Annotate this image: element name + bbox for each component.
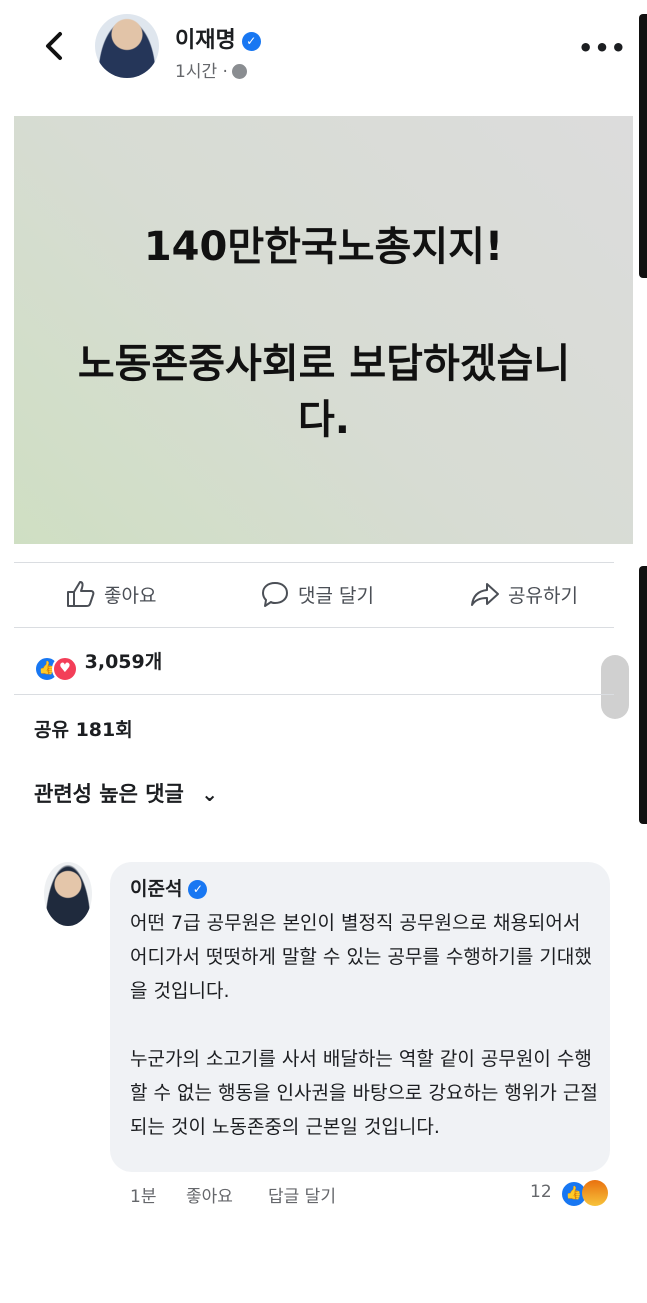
banner-line-2: 노동존중사회로 보답하겠습니다. [77,341,571,443]
comment-icon [262,582,288,607]
scroll-indicator[interactable] [601,655,629,719]
share-label: 공유하기 [508,585,578,607]
comment-text: 어떤 7급 공무원은 본인이 별정직 공무원으로 채용되어서 어디가서 떳떳하게… [130,906,600,1178]
share-button[interactable]: 공유하기 [470,580,578,608]
post-header: 이재명 ✓ 1시간 · ••• [0,0,647,110]
author-avatar[interactable] [95,14,159,78]
verified-icon: ✓ [241,32,261,51]
share-icon [471,583,499,606]
divider-actions [14,627,614,628]
author-name[interactable]: 이재명 [175,28,236,53]
sort-label: 관련성 높은 댓글 [34,782,184,806]
more-icon[interactable]: ••• [578,34,627,62]
banner-line-1: 140만한국노총지지! [143,224,504,270]
back-icon[interactable] [38,28,70,64]
post-text-banner: 140만한국노총지지! 노동존중사회로 보답하겠습니다. [14,116,633,544]
globe-icon [231,64,247,79]
comment-label: 댓글 달기 [298,585,374,607]
commenter-avatar[interactable] [44,862,92,926]
author-name-row[interactable]: 이재명 ✓ [175,22,261,54]
chevron-down-icon: ⌄ [201,782,218,806]
divider-reactions [14,694,614,695]
post-time: 1시간 · [175,62,228,82]
thumbs-up-icon [67,581,95,607]
comment-like-button[interactable]: 좋아요 [186,1182,233,1207]
comment-reaction-count[interactable]: 12 [530,1182,552,1202]
post-time-row: 1시간 · [175,57,247,82]
comment-reply-button[interactable]: 답글 달기 [268,1182,336,1207]
action-bar: 좋아요 댓글 달기 공유하기 [0,562,647,626]
love-reaction-icon: ♥ [52,656,78,682]
verified-icon: ✓ [188,880,208,899]
scrollbar-edge-top [639,14,647,278]
reaction-count: 3,059개 [84,651,163,673]
commenter-name[interactable]: 이준석 [130,878,182,900]
angry-reaction-icon [582,1180,608,1206]
comment-time: 1분 [130,1187,157,1207]
comment-sort-dropdown[interactable]: 관련성 높은 댓글 ⌄ [34,778,218,808]
comment-paragraph-2: 누군가의 소고기를 사서 배달하는 역할 같이 공무원이 수행할 수 없는 행동… [130,1048,598,1138]
commenter-name-row[interactable]: 이준석 ✓ [130,874,208,901]
share-count[interactable]: 공유 181회 [34,715,133,742]
comment-paragraph-1: 어떤 7급 공무원은 본인이 별정직 공무원으로 채용되어서 어디가서 떳떳하게… [130,912,592,1002]
reaction-summary[interactable]: 👍 ♥ 3,059개 [34,647,162,682]
like-button[interactable]: 좋아요 [66,580,156,608]
comment-button[interactable]: 댓글 달기 [260,580,374,608]
like-label: 좋아요 [104,585,157,607]
